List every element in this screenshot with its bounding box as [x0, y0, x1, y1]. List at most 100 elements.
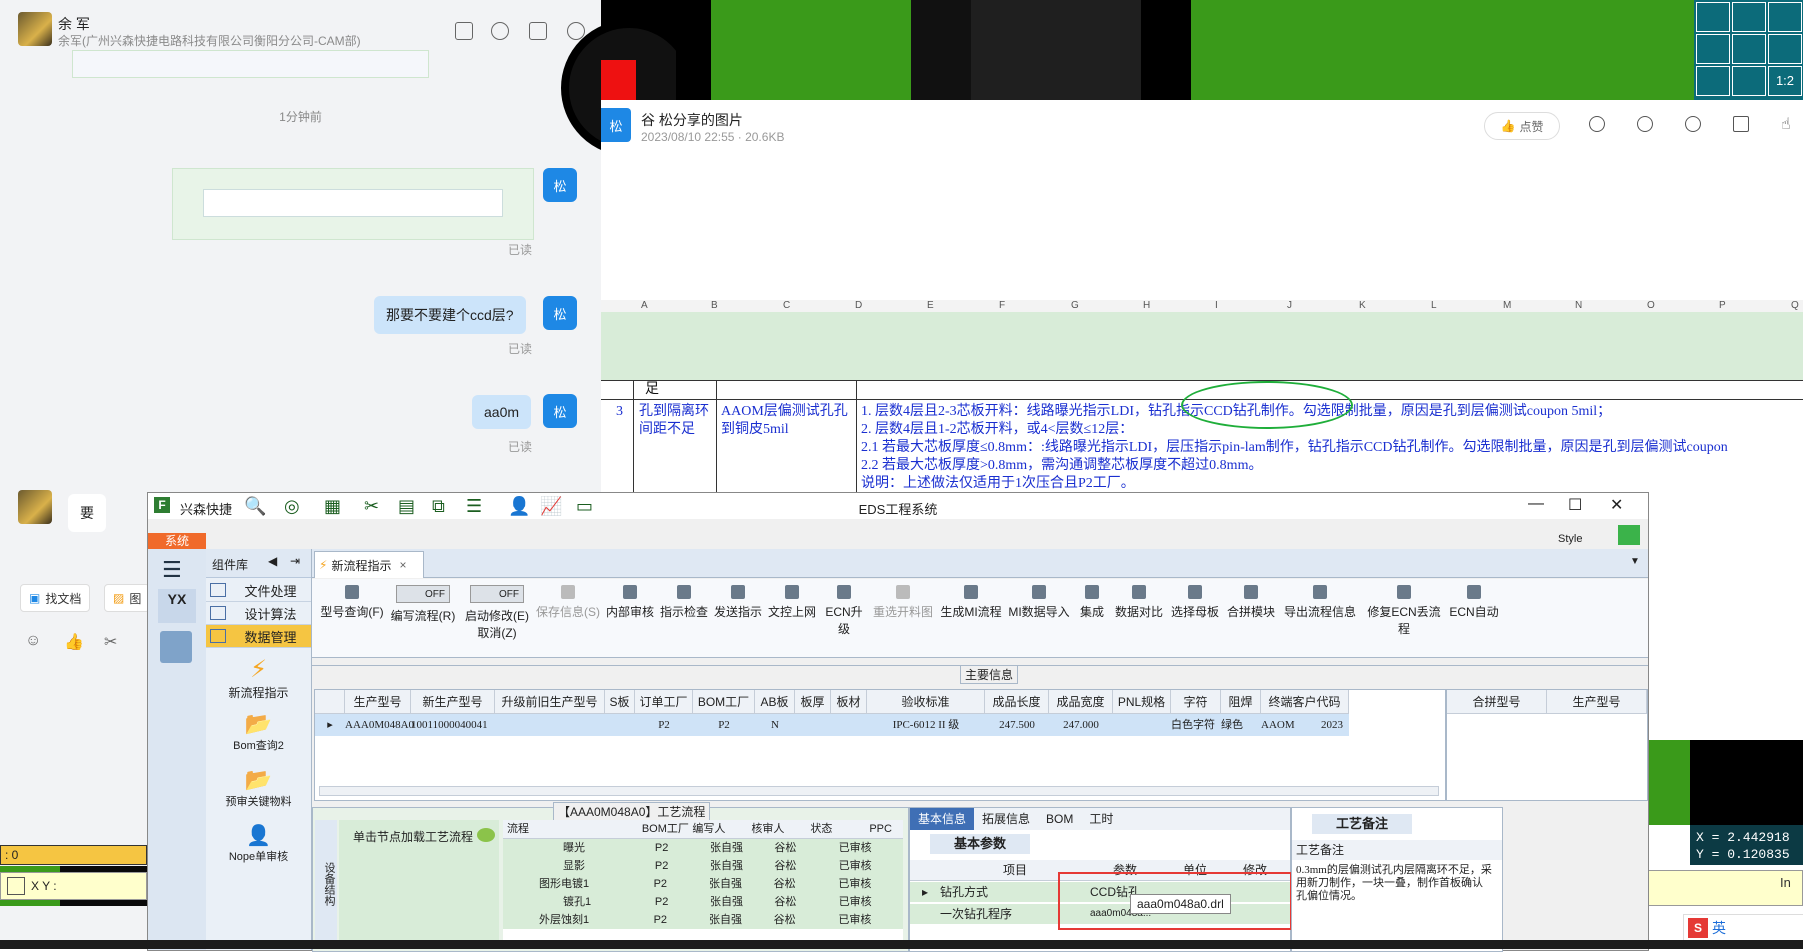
toolbar-send[interactable]: 发送指示 — [712, 585, 764, 620]
contact-avatar[interactable] — [18, 490, 52, 524]
image-thumbnail[interactable] — [72, 50, 429, 78]
grid-header[interactable]: 订单工厂 — [635, 690, 693, 714]
side-item-new-flow[interactable]: ⚡ 新流程指示 — [206, 655, 311, 701]
sender-avatar[interactable]: 松 — [543, 168, 577, 202]
tab-new-flow[interactable]: ⚡ 新流程指示 × — [314, 551, 424, 578]
toolbar-start-edit[interactable]: OFF 启动修改(E) 取消(Z) — [462, 585, 532, 641]
tab-bom[interactable]: BOM — [1038, 808, 1081, 830]
contact-avatar[interactable] — [18, 12, 52, 46]
grid-header[interactable]: PNL规格 — [1113, 690, 1171, 714]
grid-header[interactable]: 板厚 — [795, 690, 831, 714]
chevron-down-icon[interactable]: ▼ — [1630, 556, 1640, 567]
remark-tab[interactable]: 工艺备注 — [1312, 814, 1412, 834]
table-cell[interactable]: 2023 — [1321, 714, 1349, 736]
toolbar-write-flow[interactable]: OFF 编写流程(R) — [388, 585, 458, 624]
system-tab[interactable]: 系统 — [148, 533, 206, 549]
table-cell[interactable]: 白色字符 — [1171, 714, 1221, 736]
tab-basic-info[interactable]: 基本信息 — [910, 808, 975, 830]
close-tab-icon[interactable]: × — [399, 558, 406, 572]
image-message[interactable] — [172, 168, 534, 240]
table-cell[interactable]: P2 — [693, 714, 755, 736]
toolbar-save[interactable]: 保存信息(S) — [534, 585, 602, 620]
toolbar-ecn-auto[interactable]: ECN自动 — [1448, 585, 1500, 620]
table-cell[interactable]: N — [755, 714, 795, 736]
maximize-button[interactable]: ☐ — [1568, 495, 1582, 515]
style-menu[interactable]: Style — [1558, 533, 1582, 545]
table-row[interactable]: 外层蚀刻1 P2 张自强 谷松 已审核 — [503, 911, 903, 929]
search-icon[interactable]: 🔍 — [244, 496, 266, 517]
minimize-button[interactable]: — — [1528, 495, 1544, 513]
chevron-left-icon[interactable]: ◀ — [268, 554, 277, 568]
menu-icon[interactable]: ☰ — [162, 557, 182, 583]
flow-vertical-tab[interactable]: 设备结构 — [315, 820, 337, 948]
message-bubble[interactable]: aa0m — [472, 395, 532, 429]
table-cell[interactable]: AAOM — [1261, 714, 1321, 736]
scissors-icon[interactable]: ✂ — [104, 632, 117, 652]
zoom-ratio[interactable]: 1:2 — [1768, 66, 1802, 96]
original-size-icon[interactable] — [1637, 116, 1653, 132]
settings-icon[interactable]: ◎ — [284, 496, 300, 517]
grid-header[interactable]: 升级前旧生产型号 — [495, 690, 605, 714]
table-cell[interactable] — [831, 714, 867, 736]
module-design-algorithm[interactable]: 设计算法 — [206, 602, 311, 625]
grid-header[interactable]: 成品宽度 — [1049, 690, 1113, 714]
film-icon[interactable]: ▤ — [398, 496, 415, 517]
list-icon[interactable]: ☰ — [466, 496, 482, 517]
toolbar-integrate[interactable]: 集成 — [1074, 585, 1110, 620]
toolbar-compare[interactable]: 数据对比 — [1112, 585, 1166, 620]
cancel-label[interactable]: 取消(Z) — [462, 624, 532, 641]
toolbar-model-query[interactable]: 型号查询(F) — [320, 585, 384, 620]
module-data-management[interactable]: 数据管理 — [206, 625, 311, 648]
grid-header[interactable]: 阻焊 — [1221, 690, 1261, 714]
monitor-icon[interactable]: ▭ — [576, 496, 593, 517]
copy-icon[interactable]: ⧉ — [432, 496, 445, 517]
side-item-key-material[interactable]: 📂 预审关键物料 — [206, 767, 311, 809]
grid-header[interactable]: 板材 — [831, 690, 867, 714]
message-bubble[interactable]: 要 — [68, 494, 106, 532]
table-cell[interactable]: 247.500 — [985, 714, 1049, 736]
add-member-icon[interactable] — [491, 22, 509, 40]
table-cell[interactable] — [495, 714, 605, 736]
module-file-processing[interactable]: 文件处理 — [206, 579, 311, 602]
toolbar-internal-review[interactable]: 内部审核 — [604, 585, 656, 620]
table-row[interactable]: 镀孔1 P2 张自强 谷松 已审核 — [503, 893, 903, 911]
sharer-avatar[interactable]: 松 — [601, 108, 631, 142]
horizontal-scrollbar[interactable] — [319, 786, 1439, 796]
calculator-icon[interactable] — [160, 631, 192, 663]
folder-icon[interactable] — [455, 22, 473, 40]
grid-header[interactable]: 生产型号 — [1547, 690, 1647, 714]
table-cell[interactable]: AAA0M048A0 — [345, 714, 414, 736]
coordinate-input[interactable]: X Y : — [0, 872, 147, 900]
dock-icon[interactable]: ⇥ — [290, 554, 300, 568]
table-cell[interactable]: 绿色 — [1221, 714, 1261, 736]
toolbar-mi-import[interactable]: MI数据导入 — [1006, 585, 1072, 620]
table-row[interactable]: 图形电镀1 P2 张自强 谷松 已审核 — [503, 875, 903, 893]
grid-header[interactable]: 终端客户代码 — [1261, 690, 1349, 714]
table-row[interactable]: ▸ AAA0M048A0 10011000040041 P2 P2 N IPC-… — [315, 714, 1349, 736]
flow-node-panel[interactable]: 单击节点加载工艺流程 — [339, 820, 499, 948]
image-button[interactable]: ▨ 图 — [104, 584, 151, 612]
toolbar-merge-module[interactable]: 合拼模块 — [1224, 585, 1278, 620]
table-cell[interactable]: 10011000040041 — [411, 714, 495, 736]
find-document-button[interactable]: ▣ 找文档 — [20, 584, 91, 612]
toolbar-ecn-upgrade[interactable]: ECN升级 — [820, 585, 868, 637]
table-row[interactable]: 显影 P2 张自强 谷松 已审核 — [503, 857, 903, 875]
user-icon[interactable]: 👤 — [508, 496, 530, 517]
toolbar-fix-ecn[interactable]: 修复ECN丢流程 — [1362, 585, 1446, 637]
grid-header[interactable]: 生产型号 — [345, 690, 411, 714]
grid-header[interactable]: 验收标准 — [867, 690, 985, 714]
zoom-in-icon[interactable] — [1589, 116, 1605, 132]
tab-hours[interactable]: 工时 — [1081, 808, 1121, 830]
message-bubble[interactable]: 那要不要建个ccd层? — [374, 296, 526, 334]
toolbar-generate-mi[interactable]: 生成MI流程 — [938, 585, 1004, 620]
grid-header[interactable]: 新生产型号 — [411, 690, 495, 714]
side-item-nope-review[interactable]: 👤 Nope单审核 — [206, 823, 311, 864]
rotate-icon[interactable] — [1733, 116, 1749, 132]
table-row[interactable]: 曝光 P2 张自强 谷松 已审核 — [503, 839, 903, 857]
side-item-bom-query[interactable]: 📂 Bom查询2 — [206, 711, 311, 753]
grid-header[interactable]: 成品长度 — [985, 690, 1049, 714]
grid-icon[interactable] — [7, 877, 25, 895]
table-cell[interactable] — [1113, 714, 1171, 736]
remark-text[interactable]: 0.3mm的层偏测试孔内层隔离环不足，采用新刀制作，一块一叠，制作首板确认孔偏位… — [1296, 864, 1492, 903]
toolbar-select-mother[interactable]: 选择母板 — [1168, 585, 1222, 620]
